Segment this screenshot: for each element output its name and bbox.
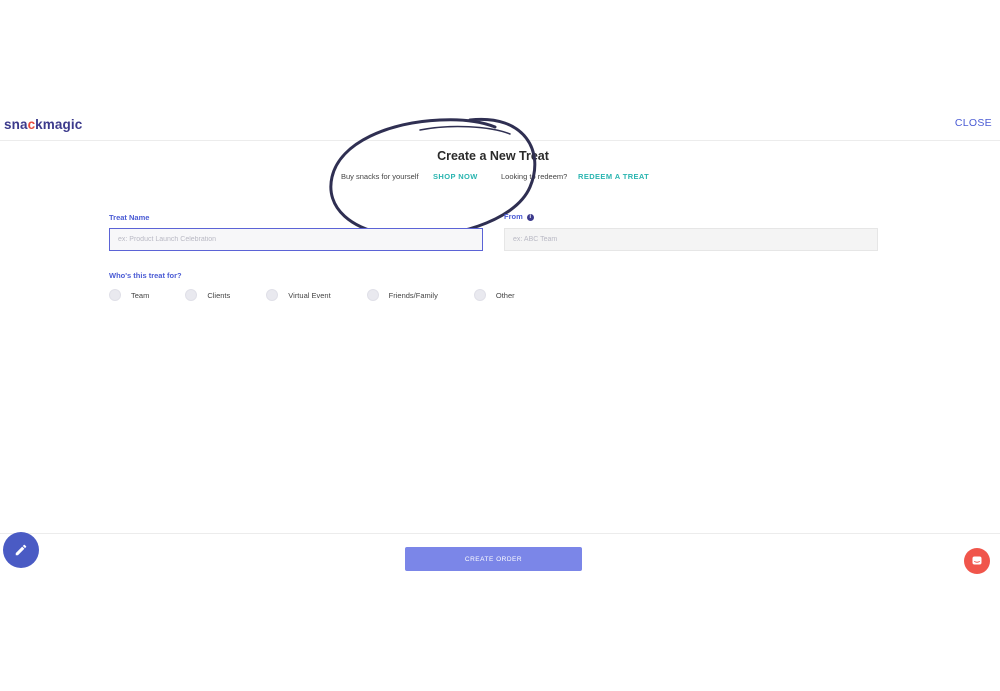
header-divider xyxy=(0,140,1000,141)
buy-snacks-text: Buy snacks for yourself xyxy=(341,172,419,181)
logo-text-suffix: kmagic xyxy=(35,117,83,132)
create-order-button[interactable]: CREATE ORDER xyxy=(405,547,582,571)
radio-button-icon[interactable] xyxy=(473,289,486,301)
radio-other[interactable]: Other xyxy=(473,289,515,301)
radio-button-icon[interactable] xyxy=(366,289,379,301)
treat-name-input[interactable] xyxy=(109,228,483,251)
pencil-icon xyxy=(15,544,27,556)
radio-friends-family[interactable]: Friends/Family xyxy=(366,289,438,301)
radio-button-icon[interactable] xyxy=(266,289,279,301)
footer-divider xyxy=(0,533,1000,534)
radio-label: Clients xyxy=(207,290,231,300)
chat-icon xyxy=(972,556,982,565)
radio-label: Friends/Family xyxy=(388,290,438,300)
radio-button-icon[interactable] xyxy=(185,289,198,301)
redeem-treat-link[interactable]: REDEEM A TREAT xyxy=(578,172,649,181)
edit-fab-button[interactable] xyxy=(3,532,39,568)
brand-logo[interactable]: snackmagic xyxy=(4,117,82,132)
logo-text-prefix: sna xyxy=(4,117,28,132)
redeem-question-text: Looking to redeem? xyxy=(501,172,568,181)
from-label-text: From xyxy=(504,212,523,221)
from-input[interactable] xyxy=(504,228,878,251)
radio-label: Team xyxy=(131,290,150,300)
radio-button-icon[interactable] xyxy=(109,289,121,301)
audience-label: Who's this treat for? xyxy=(109,271,182,280)
info-icon[interactable]: i xyxy=(526,213,534,221)
chat-launcher-button[interactable] xyxy=(964,548,990,574)
shop-now-link[interactable]: SHOP NOW xyxy=(433,172,478,181)
radio-label: Virtual Event xyxy=(288,290,331,300)
page-title: Create a New Treat xyxy=(437,149,549,163)
close-button[interactable]: CLOSE xyxy=(955,117,992,129)
treat-name-label: Treat Name xyxy=(109,213,150,222)
from-field-label: From i xyxy=(504,212,534,221)
radio-label: Other xyxy=(495,290,515,300)
radio-team[interactable]: Team xyxy=(109,289,149,301)
radio-clients[interactable]: Clients xyxy=(185,289,230,301)
audience-radio-group: Team Clients Virtual Event Friends/Famil… xyxy=(109,289,542,301)
radio-virtual-event[interactable]: Virtual Event xyxy=(266,289,331,301)
